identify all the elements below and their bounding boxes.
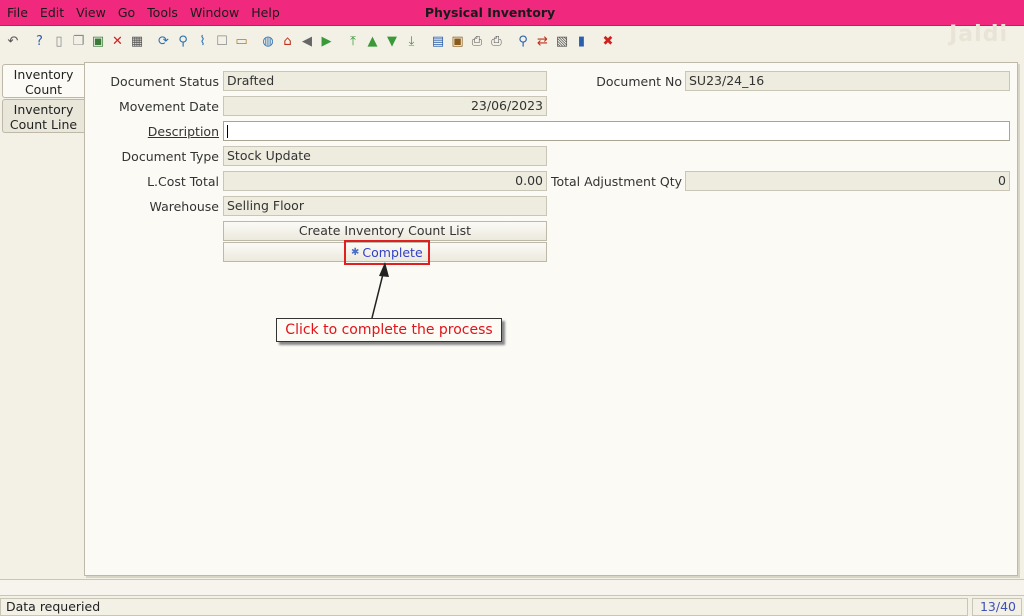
document-type-field[interactable]: Stock Update: [223, 146, 547, 166]
undo-icon[interactable]: ↶: [5, 34, 21, 50]
tab-inventory-count[interactable]: Inventory Count: [2, 64, 84, 98]
menu-file[interactable]: File: [0, 5, 34, 20]
text-caret: [227, 125, 228, 138]
close-window-icon[interactable]: ✖: [600, 34, 616, 50]
total-adjustment-qty-field[interactable]: 0: [685, 171, 1010, 191]
movement-date-label: Movement Date: [118, 99, 219, 114]
status-message: Data requeried: [0, 598, 968, 616]
chat-icon[interactable]: ☐: [214, 34, 230, 50]
lcost-total-field[interactable]: 0.00: [223, 171, 547, 191]
product-info-icon[interactable]: ▧: [554, 34, 570, 50]
menu-edit[interactable]: Edit: [34, 5, 70, 20]
request-icon[interactable]: ▮: [574, 34, 590, 50]
refresh-icon[interactable]: ⟳: [156, 34, 172, 50]
copy-record-icon[interactable]: ❐: [71, 34, 87, 50]
find-icon[interactable]: ⚲: [175, 34, 191, 50]
zoom-across-icon[interactable]: ⚲: [515, 34, 531, 50]
description-label: Description: [147, 124, 219, 139]
toolbar: ↶? ▯ ❐ ▣ ✕ ▦ ⟳ ⚲ ⌇ ☐ ▭ ◍ ⌂ ◀ ▶ ⤒ ▲ ▼ ⤓ ▤ ▣ ⎙ ⎙ ⚲ ⇄ ▧ ▮ ✖: [0, 27, 1024, 57]
workflow-icon[interactable]: ⇄: [535, 34, 551, 50]
document-status-field[interactable]: Drafted: [223, 71, 547, 91]
new-record-icon[interactable]: ▯: [51, 34, 67, 50]
archive-icon[interactable]: ▣: [450, 34, 466, 50]
gear-icon: ✱: [351, 247, 360, 258]
history-icon[interactable]: ▭: [234, 34, 250, 50]
menu-icon[interactable]: ◍: [260, 34, 276, 50]
home-icon[interactable]: ⌂: [280, 34, 296, 50]
print-icon[interactable]: ⎙: [489, 34, 505, 50]
horizontal-scrollbar[interactable]: [0, 579, 1024, 596]
document-status-label: Document Status: [110, 74, 219, 89]
lcost-total-label: L.Cost Total: [147, 174, 219, 189]
menu-window[interactable]: Window: [184, 5, 245, 20]
menu-tools[interactable]: Tools: [141, 5, 184, 20]
create-inventory-count-list-button[interactable]: Create Inventory Count List: [223, 221, 547, 241]
document-no-field[interactable]: SU23/24_16: [685, 71, 1010, 91]
previous-record-icon[interactable]: ▲: [365, 34, 381, 50]
forward-icon[interactable]: ▶: [319, 34, 335, 50]
app-logo: Jaldi: [949, 22, 1008, 47]
warehouse-field[interactable]: Selling Floor: [223, 196, 547, 216]
description-input[interactable]: [223, 121, 1010, 141]
warehouse-label: Warehouse: [149, 199, 219, 214]
help-icon[interactable]: ?: [32, 34, 48, 50]
save-icon[interactable]: ▣: [90, 34, 106, 50]
document-type-label: Document Type: [121, 149, 219, 164]
menu-go[interactable]: Go: [112, 5, 141, 20]
delete-icon[interactable]: ✕: [110, 34, 126, 50]
attachment-icon[interactable]: ⌇: [195, 34, 211, 50]
grid-toggle-icon[interactable]: ▦: [129, 34, 145, 50]
next-record-icon[interactable]: ▼: [384, 34, 400, 50]
complete-button-label: Complete: [362, 245, 423, 260]
complete-button[interactable]: ✱ Complete: [344, 240, 430, 265]
status-bar: Data requeried 13/40: [0, 598, 1024, 616]
print-preview-icon[interactable]: ⎙: [469, 34, 485, 50]
menu-bar: File Edit View Go Tools Window Help Phys…: [0, 0, 1024, 26]
document-no-label: Document No: [596, 74, 682, 89]
report-icon[interactable]: ▤: [430, 34, 446, 50]
tab-inventory-count-line[interactable]: Inventory Count Line: [2, 99, 84, 133]
record-count[interactable]: 13/40: [972, 598, 1022, 616]
movement-date-field[interactable]: 23/06/2023: [223, 96, 547, 116]
total-adjustment-qty-label: Total Adjustment Qty: [550, 174, 682, 189]
last-record-icon[interactable]: ⤓: [404, 34, 420, 50]
back-icon[interactable]: ◀: [299, 34, 315, 50]
first-record-icon[interactable]: ⤒: [345, 34, 361, 50]
menu-view[interactable]: View: [70, 5, 112, 20]
instruction-callout: Click to complete the process: [276, 318, 502, 342]
menu-help[interactable]: Help: [245, 5, 286, 20]
